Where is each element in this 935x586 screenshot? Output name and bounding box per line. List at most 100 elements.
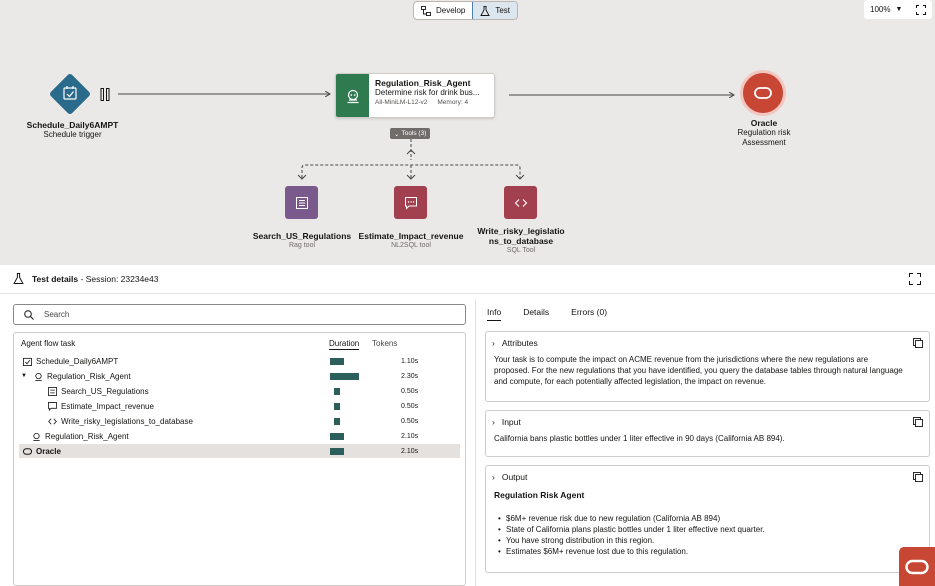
document-list-icon bbox=[295, 196, 308, 209]
tab-info[interactable]: Info bbox=[487, 307, 502, 321]
oracle-node[interactable] bbox=[740, 70, 786, 116]
attributes-header[interactable]: › Attributes bbox=[492, 338, 538, 348]
tool-node-estimate[interactable] bbox=[394, 186, 427, 219]
tree-row[interactable]: Write_risky_legislations_to_database 0.5… bbox=[19, 414, 460, 428]
row-duration: 0.50s bbox=[401, 417, 419, 425]
agent-node[interactable]: Regulation_Risk_Agent Determine risk for… bbox=[335, 73, 495, 118]
agent-icon bbox=[35, 372, 42, 381]
search-input[interactable]: Search bbox=[13, 304, 466, 325]
row-duration: 0.50s bbox=[401, 387, 419, 395]
tree-row[interactable]: Regulation_Risk_Agent 2.10s bbox=[19, 429, 460, 443]
duration-bar bbox=[330, 447, 344, 455]
oracle-subtitle-line1: Regulation risk bbox=[737, 128, 791, 137]
tab-errors[interactable]: Errors (0) bbox=[571, 307, 607, 321]
copy-icon[interactable] bbox=[913, 472, 923, 482]
tree-row[interactable]: Estimate_Impact_revenue 0.50s bbox=[19, 399, 460, 413]
flask-icon bbox=[480, 5, 491, 16]
details-title: Test details bbox=[32, 273, 79, 284]
code-icon bbox=[514, 198, 527, 207]
agent-title: Regulation_Risk_Agent bbox=[375, 78, 471, 88]
trigger-label: Schedule_Daily6AMPT Schedule trigger bbox=[20, 120, 125, 140]
tool-label-write: Write_risky_legislatio ns_to_database SQ… bbox=[470, 226, 572, 256]
output-label: Output bbox=[501, 472, 528, 482]
row-name: Estimate_Impact_revenue bbox=[61, 401, 154, 411]
oracle-logo-icon bbox=[754, 87, 772, 99]
attributes-text: Your task is to compute the impact on AC… bbox=[494, 354, 903, 387]
attributes-line: and compute, for each potentially affect… bbox=[494, 377, 767, 386]
oracle-label: Oracle Regulation risk Assessment bbox=[718, 118, 810, 148]
flow-canvas[interactable]: Develop Test 100% ▼ Schedule_Daily6AMPT … bbox=[0, 0, 935, 265]
output-body: Regulation Risk Agent $6M+ revenue risk … bbox=[494, 490, 765, 557]
oracle-assistant-button[interactable] bbox=[899, 547, 935, 586]
flask-icon bbox=[13, 273, 24, 284]
input-section: › Input California bans plastic bottles … bbox=[485, 410, 930, 457]
oracle-subtitle-line2: Assessment bbox=[742, 138, 786, 147]
code-icon bbox=[48, 418, 57, 424]
divider bbox=[0, 293, 935, 294]
oracle-title: Oracle bbox=[750, 118, 778, 128]
caret-down-icon[interactable]: ▼ bbox=[21, 373, 30, 379]
tree-row[interactable]: Search_US_Regulations 0.50s bbox=[19, 384, 460, 398]
test-button[interactable]: Test bbox=[472, 2, 518, 19]
tool-node-write[interactable] bbox=[504, 186, 537, 219]
develop-button[interactable]: Develop bbox=[414, 2, 472, 19]
row-duration: 0.50s bbox=[401, 402, 419, 410]
chevron-right-icon[interactable]: › bbox=[492, 472, 495, 482]
col-task-header: Agent flow task bbox=[21, 339, 76, 348]
oracle-logo-icon bbox=[23, 447, 32, 455]
agent-icon bbox=[336, 74, 369, 117]
mode-toggle: Develop Test bbox=[413, 1, 519, 20]
attributes-label: Attributes bbox=[501, 338, 538, 348]
tree-row[interactable]: Schedule_Daily6AMPT 1.10s bbox=[19, 354, 460, 368]
session-id: Session: 23234e43 bbox=[85, 273, 159, 284]
tree-row[interactable]: ▼ Regulation_Risk_Agent 2.30s bbox=[19, 369, 460, 383]
copy-icon[interactable] bbox=[913, 338, 923, 348]
chat-icon bbox=[404, 196, 417, 210]
agent-memory: Memory: 4 bbox=[437, 99, 469, 106]
tools-badge[interactable]: ⌄ Tools (3) bbox=[390, 128, 431, 139]
row-name: Write_risky_legislations_to_database bbox=[61, 416, 193, 426]
tool-label-estimate: Estimate_Impact_revenue NL2SQL tool bbox=[355, 231, 467, 251]
chevron-right-icon[interactable]: › bbox=[492, 417, 495, 427]
tool-title: Estimate_Impact_revenue bbox=[358, 231, 464, 241]
trigger-node[interactable] bbox=[49, 73, 91, 115]
tree-row-selected[interactable]: Oracle 2.10s bbox=[19, 444, 460, 458]
oracle-logo-icon bbox=[905, 559, 929, 574]
chevron-down-icon[interactable]: ▼ bbox=[895, 6, 902, 13]
attributes-line: Your task is to compute the impact on AC… bbox=[494, 355, 869, 364]
row-duration: 1.10s bbox=[401, 357, 419, 365]
zoom-control[interactable]: 100% ▼ bbox=[864, 0, 932, 19]
output-title: Regulation Risk Agent bbox=[494, 490, 585, 500]
duration-bar bbox=[334, 417, 340, 425]
tool-node-search[interactable] bbox=[285, 186, 318, 219]
agent-model: All-MiniLM-L12-v2 bbox=[375, 99, 428, 106]
duration-bar bbox=[330, 357, 344, 365]
input-header[interactable]: › Input bbox=[492, 417, 521, 427]
test-details-panel: Test details - Session: 23234e43 Search … bbox=[0, 265, 935, 586]
input-label: Input bbox=[501, 417, 521, 427]
tab-details[interactable]: Details bbox=[523, 307, 549, 321]
row-name: Search_US_Regulations bbox=[61, 386, 149, 396]
output-item: You have strong distribution in this reg… bbox=[494, 535, 765, 546]
tools-badge-label: Tools (3) bbox=[401, 130, 427, 137]
duration-bar bbox=[334, 402, 340, 410]
tool-title: Search_US_Regulations bbox=[252, 231, 352, 241]
duration-bar bbox=[330, 372, 359, 380]
col-tokens-header[interactable]: Tokens bbox=[372, 339, 397, 348]
divider bbox=[475, 299, 476, 586]
output-list: $6M+ revenue risk due to new regulation … bbox=[494, 513, 765, 557]
col-duration-header[interactable]: Duration bbox=[329, 339, 360, 350]
output-item: Estimates $6M+ revenue lost due to this … bbox=[494, 546, 765, 557]
attributes-section: › Attributes Your task is to compute the… bbox=[485, 331, 930, 402]
expand-icon[interactable] bbox=[909, 273, 921, 285]
output-item: State of California plans plastic bottle… bbox=[494, 524, 765, 535]
chat-icon bbox=[48, 401, 57, 411]
duration-bar bbox=[334, 387, 340, 395]
pause-icon[interactable] bbox=[100, 88, 110, 101]
fullscreen-icon[interactable] bbox=[916, 4, 926, 15]
chevron-right-icon[interactable]: › bbox=[492, 338, 495, 348]
output-header[interactable]: › Output bbox=[492, 472, 527, 482]
copy-icon[interactable] bbox=[913, 417, 923, 427]
details-header: Test details - Session: 23234e43 bbox=[13, 273, 158, 284]
row-duration: 2.10s bbox=[401, 447, 419, 455]
